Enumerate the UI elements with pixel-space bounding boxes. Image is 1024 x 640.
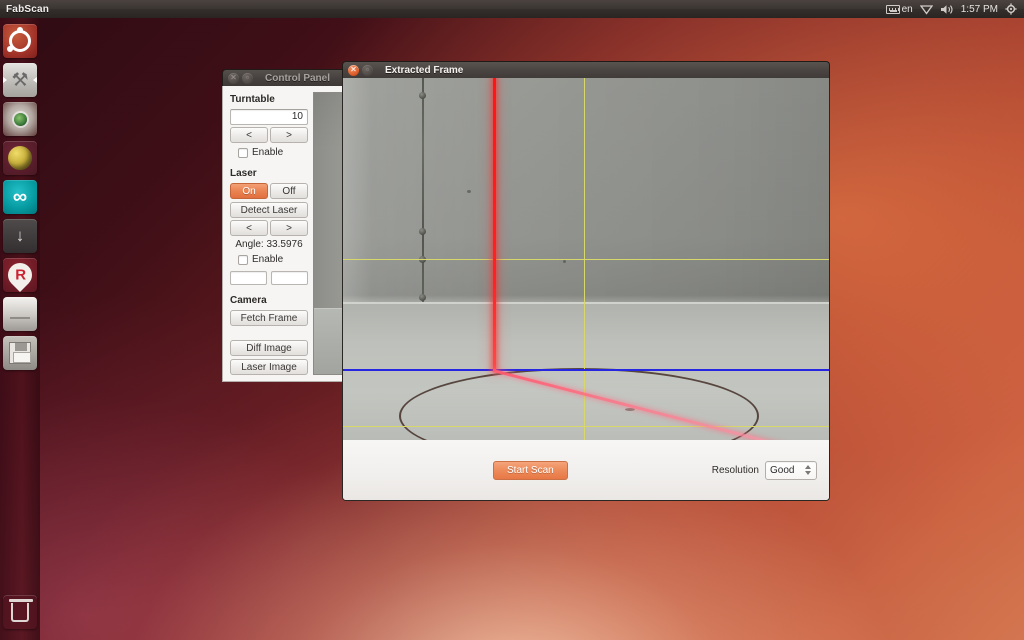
network-icon — [919, 4, 933, 15]
launcher-item-r-app[interactable]: R — [3, 258, 37, 292]
eye-icon — [13, 112, 27, 126]
scene-rail-icon — [422, 78, 424, 303]
network-indicator[interactable] — [919, 4, 933, 15]
scene-rail-bolt-top — [419, 92, 426, 99]
control-panel-title: Control Panel — [265, 72, 331, 84]
extracted-frame-close-icon[interactable]: ✕ — [348, 64, 359, 76]
camera-frame-view[interactable] — [343, 78, 829, 440]
turntable-step-buttons: < > — [230, 127, 308, 143]
laser-on-button[interactable]: On — [230, 183, 268, 199]
running-pip-left-icon — [3, 77, 7, 83]
r-droplet-icon: R — [3, 258, 37, 292]
scene-floor-edge — [343, 302, 829, 304]
laser-value-fields — [230, 271, 308, 285]
control-panel-close-icon[interactable]: ✕ — [228, 72, 239, 84]
extracted-frame-title: Extracted Frame — [385, 64, 464, 76]
launcher-item-ubuntu-dash[interactable] — [3, 24, 37, 58]
laser-enable-checkbox[interactable] — [238, 254, 248, 265]
detect-laser-button[interactable]: Detect Laser — [230, 202, 308, 218]
resolution-selected-value: Good — [770, 464, 795, 476]
laser-enable-label: Enable — [252, 254, 284, 265]
launcher-item-trash[interactable] — [3, 595, 37, 629]
volume-indicator[interactable] — [940, 4, 954, 15]
laser-next-button[interactable]: > — [270, 220, 308, 236]
scene-rail-bolt-low — [419, 294, 426, 301]
start-scan-button[interactable]: Start Scan — [493, 460, 568, 480]
launcher-item-save-app[interactable] — [3, 336, 37, 370]
extracted-frame-minimize-icon[interactable]: ▫ — [362, 64, 373, 76]
extracted-frame-body: Start Scan Resolution Good — [342, 78, 830, 501]
scene-wall — [343, 78, 829, 303]
keyboard-indicator[interactable]: en — [885, 3, 913, 15]
chevron-down-icon[interactable] — [805, 471, 811, 475]
resolution-spinner-icon[interactable] — [805, 465, 811, 475]
laser-line-vertical — [493, 78, 496, 370]
keyboard-icon — [885, 4, 900, 14]
camera-heading: Camera — [230, 295, 267, 306]
launcher-item-files[interactable]: ⚒ — [3, 63, 37, 97]
launcher-item-updates[interactable]: ↓ — [3, 219, 37, 253]
scene-rail-bolt-mid2 — [419, 256, 426, 263]
running-pip-right-icon — [33, 77, 37, 83]
turntable-heading: Turntable — [230, 94, 275, 105]
system-tray: en 1:57 PM — [885, 3, 1024, 15]
turntable-steps-input[interactable]: 10 — [230, 109, 308, 125]
laser-off-button[interactable]: Off — [270, 183, 308, 199]
trash-icon — [9, 598, 33, 622]
clock[interactable]: 1:57 PM — [961, 4, 998, 15]
scene-wall-corner — [343, 78, 373, 303]
scene-rail-bolt-mid — [419, 228, 426, 235]
turntable-prev-button[interactable]: < — [230, 127, 268, 143]
turntable-enable-label: Enable — [252, 147, 284, 158]
laser-heading: Laser — [230, 168, 257, 179]
app-menu-title[interactable]: FabScan — [6, 4, 49, 15]
top-panel: FabScan en 1:57 PM — [0, 0, 1024, 18]
unity-launcher: ⚒ ∞ ↓ R — [0, 18, 40, 640]
laser-enable-row[interactable]: Enable — [230, 254, 305, 265]
control-panel-minimize-icon[interactable]: ▫ — [242, 72, 253, 84]
laser-image-button[interactable]: Laser Image — [230, 359, 308, 375]
volume-icon — [940, 4, 953, 14]
laser-field-right[interactable] — [271, 271, 308, 285]
laser-field-left[interactable] — [230, 271, 267, 285]
floppy-disk-icon — [9, 342, 31, 364]
resolution-group: Resolution Good — [711, 460, 817, 480]
laser-step-buttons: < > — [230, 220, 308, 236]
files-icon: ⚒ — [11, 69, 29, 91]
control-panel-controls: Turntable 10 < > Enable Laser On Off Det… — [223, 86, 311, 381]
resolution-select[interactable]: Good — [765, 460, 817, 480]
fetch-frame-button[interactable]: Fetch Frame — [230, 310, 308, 326]
download-icon: ↓ — [15, 226, 25, 245]
gear-icon — [1005, 3, 1017, 15]
laser-prev-button[interactable]: < — [230, 220, 268, 236]
launcher-item-arduino-ide[interactable]: ∞ — [3, 180, 37, 214]
laser-angle-label: Angle: 33.5976 — [235, 239, 303, 250]
diff-image-button[interactable]: Diff Image — [230, 340, 308, 356]
session-indicator[interactable] — [1005, 3, 1017, 15]
scene-speck-1 — [467, 190, 471, 193]
extracted-frame-titlebar[interactable]: ✕ ▫ Extracted Frame — [342, 61, 830, 78]
chevron-up-icon[interactable] — [805, 465, 811, 469]
ubuntu-logo-icon — [7, 27, 31, 52]
turntable-enable-checkbox[interactable] — [238, 147, 248, 158]
turntable-next-button[interactable]: > — [270, 127, 308, 143]
scene-speck-2 — [563, 260, 566, 263]
launcher-item-globe-app[interactable] — [3, 141, 37, 175]
keyboard-layout-label: en — [901, 3, 913, 15]
resolution-label: Resolution — [711, 464, 759, 476]
turntable-enable-row[interactable]: Enable — [230, 147, 305, 158]
launcher-item-browser[interactable] — [3, 102, 37, 136]
drive-icon — [10, 317, 30, 319]
extracted-frame-window: ✕ ▫ Extracted Frame Start Scan Resolutio… — [342, 61, 830, 501]
laser-toggle-buttons: On Off — [230, 183, 308, 199]
extracted-frame-toolbar: Start Scan Resolution Good — [343, 440, 829, 500]
globe-icon — [8, 146, 32, 170]
arduino-infinity-icon: ∞ — [12, 186, 28, 208]
launcher-item-drive[interactable] — [3, 297, 37, 331]
